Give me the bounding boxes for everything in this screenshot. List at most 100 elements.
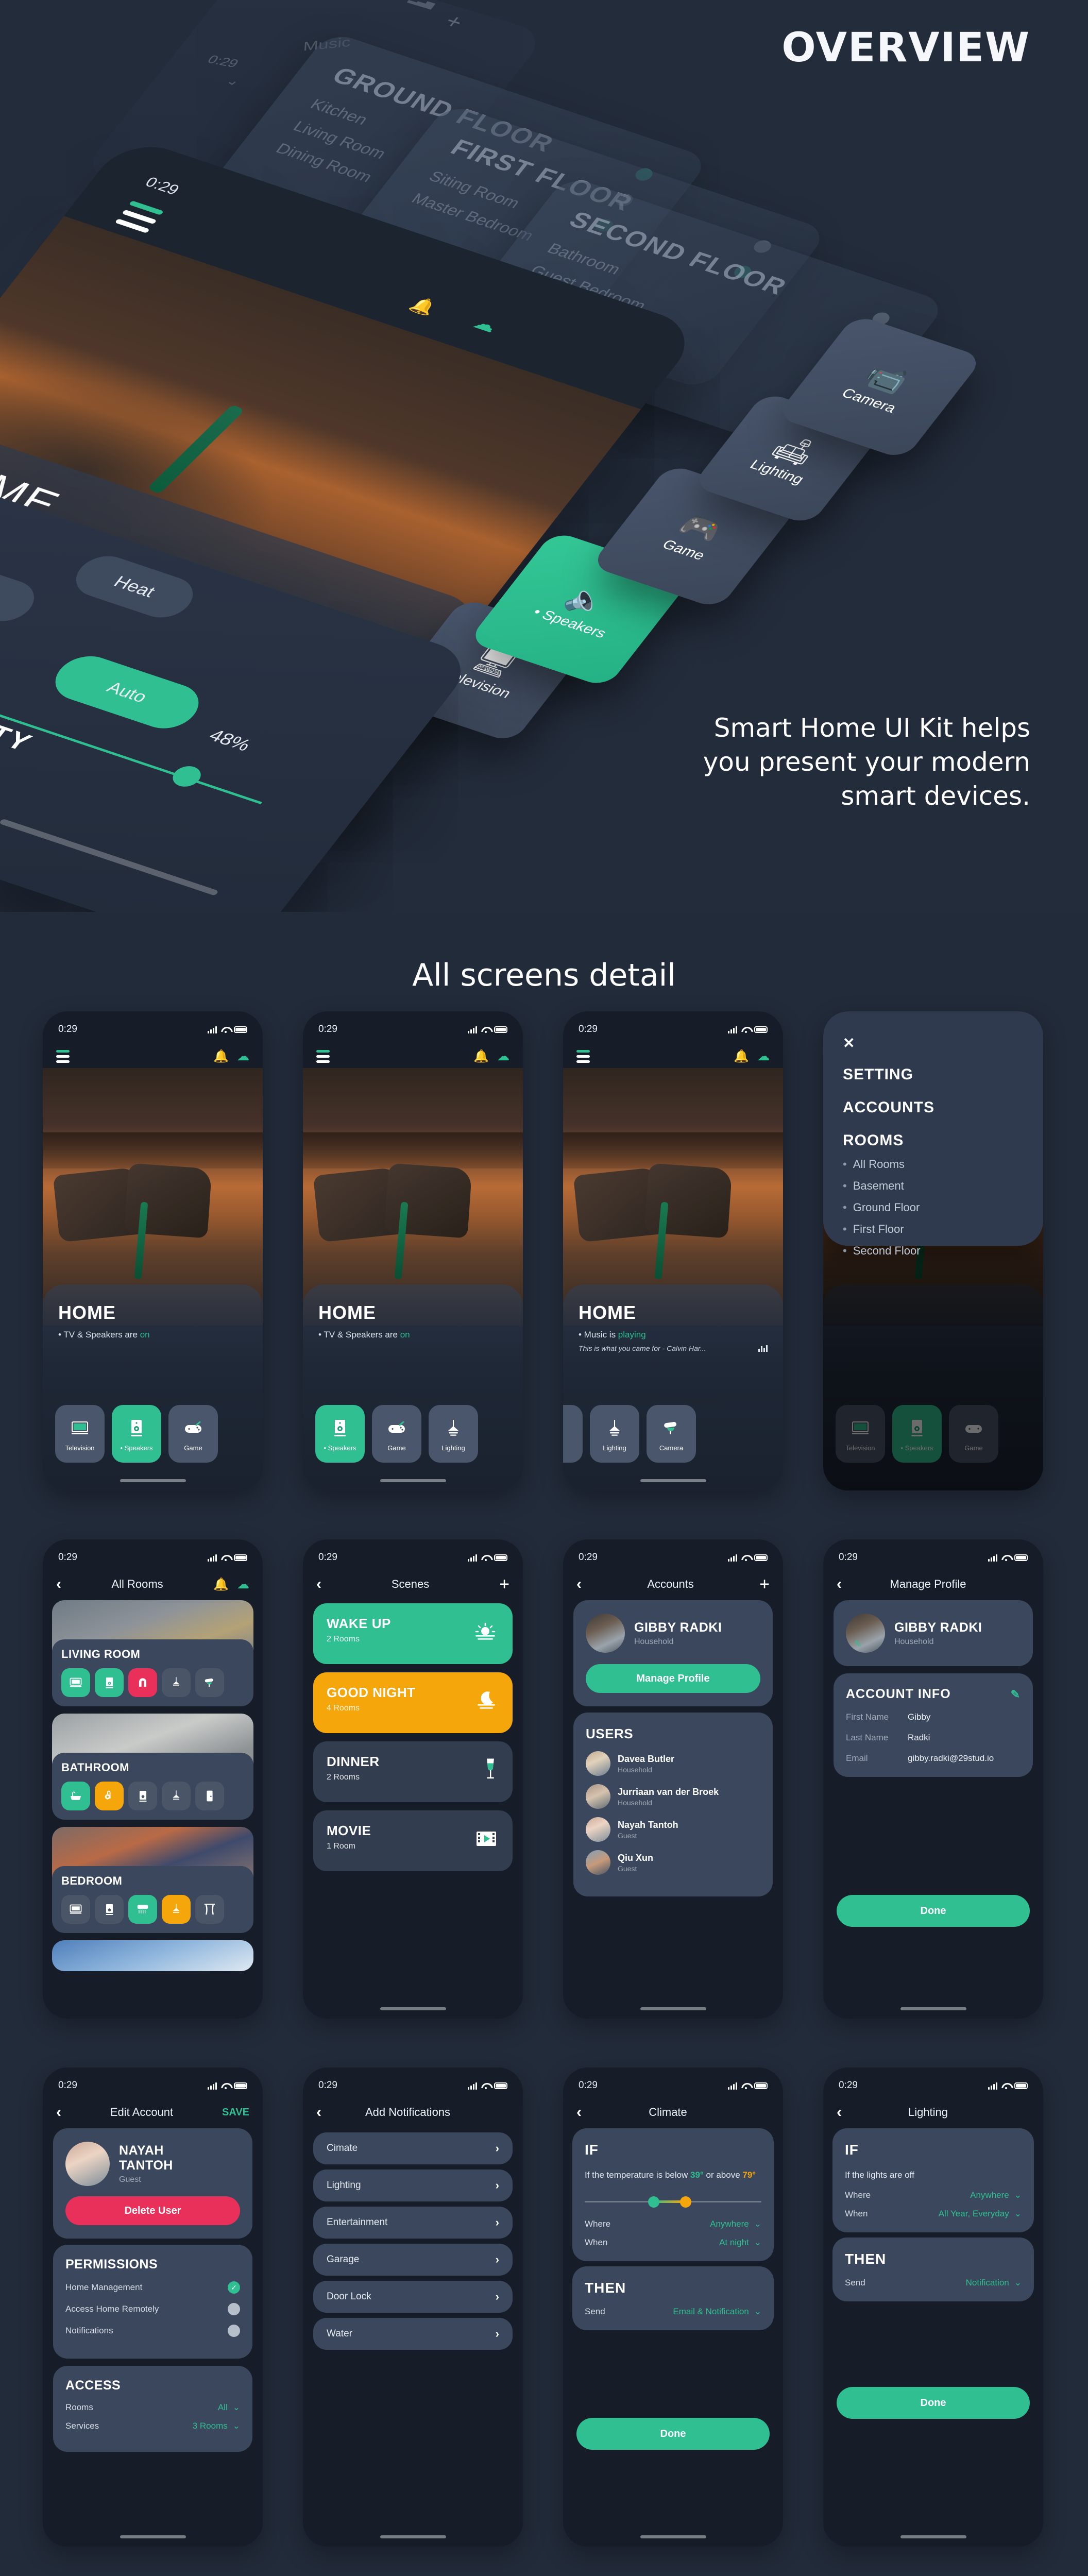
lamp-icon[interactable] <box>162 1668 191 1697</box>
access-row-services[interactable]: Services 3 Rooms ⌄ <box>65 2421 240 2431</box>
permission-row-notifications[interactable]: Notifications <box>65 2325 240 2337</box>
back-icon[interactable]: ‹ <box>576 1577 582 1592</box>
where-value[interactable]: Anywhere ⌄ <box>970 2190 1022 2200</box>
back-icon[interactable]: ‹ <box>837 2105 842 2120</box>
back-icon[interactable]: ‹ <box>576 2105 582 2120</box>
notification-row-door-lock[interactable]: Door Lock › <box>313 2281 513 2313</box>
notification-row-cimate[interactable]: Cimate › <box>313 2132 513 2164</box>
edit-icon[interactable]: ✎ <box>1011 1688 1021 1701</box>
speaker-icon[interactable] <box>95 1668 124 1697</box>
save-button[interactable]: SAVE <box>222 2107 249 2119</box>
device-tile-game[interactable]: Game <box>168 1405 218 1463</box>
curtain-icon[interactable] <box>195 1895 224 1924</box>
scene-card-movie[interactable]: MOVIE 1 Room <box>313 1810 513 1871</box>
access-value[interactable]: 3 Rooms ⌄ <box>193 2421 240 2431</box>
temperature-range-slider[interactable] <box>585 2193 761 2211</box>
edit-avatar-icon[interactable]: ✎ <box>854 1639 862 1650</box>
thermostat-mode-cool[interactable]: Cool <box>0 553 45 628</box>
camera-icon[interactable] <box>195 1668 224 1697</box>
cloud-icon[interactable]: ☁ <box>497 1049 509 1064</box>
where-value[interactable]: Anywhere ⌄ <box>710 2219 761 2229</box>
device-tile-lighting[interactable]: Lighting <box>429 1405 478 1463</box>
notification-row-lighting[interactable]: Lighting › <box>313 2170 513 2201</box>
range-knob-high[interactable] <box>680 2196 692 2208</box>
done-button[interactable]: Done <box>576 2418 770 2450</box>
access-row-rooms[interactable]: Rooms All ⌄ <box>65 2402 240 2413</box>
list-item[interactable]: Davea Butler Household <box>586 1751 760 1776</box>
toggle-unchecked-icon[interactable] <box>228 2303 240 2315</box>
menu-heading-accounts[interactable]: ACCOUNTS <box>843 1099 1024 1116</box>
bell-icon[interactable]: 🔔 <box>213 1577 229 1592</box>
back-icon[interactable]: ‹ <box>316 2105 321 2120</box>
add-account-button[interactable]: + <box>759 1575 770 1593</box>
cloud-icon[interactable]: ☁ <box>237 1577 249 1592</box>
back-icon[interactable]: ‹ <box>316 1577 321 1592</box>
speaker-icon[interactable] <box>95 1895 124 1924</box>
notification-row-entertainment[interactable]: Entertainment › <box>313 2207 513 2239</box>
done-button[interactable]: Done <box>837 2387 1030 2419</box>
thermostat-mode-auto[interactable]: Auto <box>44 649 210 736</box>
device-tile-speakers[interactable]: • Speakers <box>112 1405 161 1463</box>
room-card-bathroom[interactable]: BATHROOM <box>52 1714 253 1820</box>
menu-room-ground-floor[interactable]: Ground Floor <box>843 1201 1024 1214</box>
menu-heading-rooms[interactable]: ROOMS <box>843 1132 1024 1149</box>
room-card-bedroom[interactable]: BEDROOM <box>52 1827 253 1933</box>
permission-row-home-management[interactable]: Home Management ✓ <box>65 2281 240 2294</box>
television-icon[interactable] <box>61 1668 90 1697</box>
room-card-next-partial[interactable] <box>52 1940 253 1971</box>
television-icon[interactable] <box>61 1895 90 1924</box>
permission-row-access-remotely[interactable]: Access Home Remotely <box>65 2303 240 2315</box>
when-row[interactable]: When At night ⌄ <box>585 2238 761 2248</box>
device-tile-speakers[interactable]: • Speakers <box>892 1405 942 1463</box>
toggle-unchecked-icon[interactable] <box>228 2325 240 2337</box>
close-icon[interactable]: ✕ <box>843 1036 1024 1050</box>
send-row[interactable]: Send Notification ⌄ <box>845 2278 1022 2288</box>
menu-icon[interactable] <box>56 1049 70 1063</box>
thermostat-mode-heat[interactable]: Heat <box>65 550 203 624</box>
when-row[interactable]: When All Year, Everyday ⌄ <box>845 2209 1022 2219</box>
bell-icon[interactable]: 🔔 <box>473 1049 489 1064</box>
where-row[interactable]: Where Anywhere ⌄ <box>845 2190 1022 2200</box>
manage-profile-button[interactable]: Manage Profile <box>586 1664 760 1693</box>
scene-card-wake-up[interactable]: WAKE UP 2 Rooms <box>313 1603 513 1664</box>
ac-icon[interactable] <box>128 1895 157 1924</box>
send-value[interactable]: Notification ⌄ <box>966 2278 1022 2288</box>
room-card-living-room[interactable]: LIVING ROOM <box>52 1600 253 1706</box>
scene-card-dinner[interactable]: DINNER 2 Rooms <box>313 1741 513 1802</box>
bell-icon[interactable]: 🔔 <box>734 1049 749 1064</box>
delete-user-button[interactable]: Delete User <box>65 2196 240 2225</box>
device-tile-camera[interactable]: Camera <box>647 1405 696 1463</box>
device-tile-partial[interactable] <box>563 1405 583 1463</box>
lamp-icon[interactable] <box>162 1782 191 1810</box>
add-scene-button[interactable]: + <box>499 1575 509 1593</box>
scene-card-good-night[interactable]: GOOD NIGHT 4 Rooms <box>313 1672 513 1733</box>
magnet-icon[interactable] <box>128 1668 157 1697</box>
shower-icon[interactable] <box>95 1782 124 1810</box>
menu-room-basement[interactable]: Basement <box>843 1179 1024 1193</box>
back-icon[interactable]: ‹ <box>56 1577 61 1592</box>
speaker-icon[interactable] <box>128 1782 157 1810</box>
notification-row-water[interactable]: Water › <box>313 2318 513 2350</box>
cloud-icon[interactable]: ☁ <box>237 1049 249 1064</box>
menu-icon[interactable] <box>316 1049 330 1063</box>
list-item[interactable]: Qiu Xun Guest <box>586 1850 760 1875</box>
lamp-icon[interactable] <box>162 1895 191 1924</box>
back-icon[interactable]: ‹ <box>56 2105 61 2120</box>
device-tile-lighting[interactable]: Lighting <box>590 1405 639 1463</box>
back-icon[interactable]: ‹ <box>837 1577 842 1592</box>
where-row[interactable]: Where Anywhere ⌄ <box>585 2219 761 2229</box>
notification-row-garage[interactable]: Garage › <box>313 2244 513 2276</box>
access-value[interactable]: All ⌄ <box>218 2402 240 2413</box>
list-item[interactable]: Jurriaan van der Broek Household <box>586 1784 760 1809</box>
cloud-icon[interactable]: ☁ <box>757 1049 770 1064</box>
done-button[interactable]: Done <box>837 1895 1030 1927</box>
menu-room-all[interactable]: All Rooms <box>843 1158 1024 1171</box>
menu-room-second-floor[interactable]: Second Floor <box>843 1244 1024 1258</box>
when-value[interactable]: All Year, Everyday ⌄ <box>939 2209 1022 2219</box>
send-row[interactable]: Send Email & Notification ⌄ <box>585 2307 761 2317</box>
humidity-slider-knob[interactable] <box>167 762 206 790</box>
toggle-checked-icon[interactable]: ✓ <box>228 2281 240 2294</box>
device-tile-speakers[interactable]: • Speakers <box>315 1405 365 1463</box>
door-icon[interactable] <box>195 1782 224 1810</box>
bell-icon[interactable]: 🔔 <box>213 1049 229 1064</box>
